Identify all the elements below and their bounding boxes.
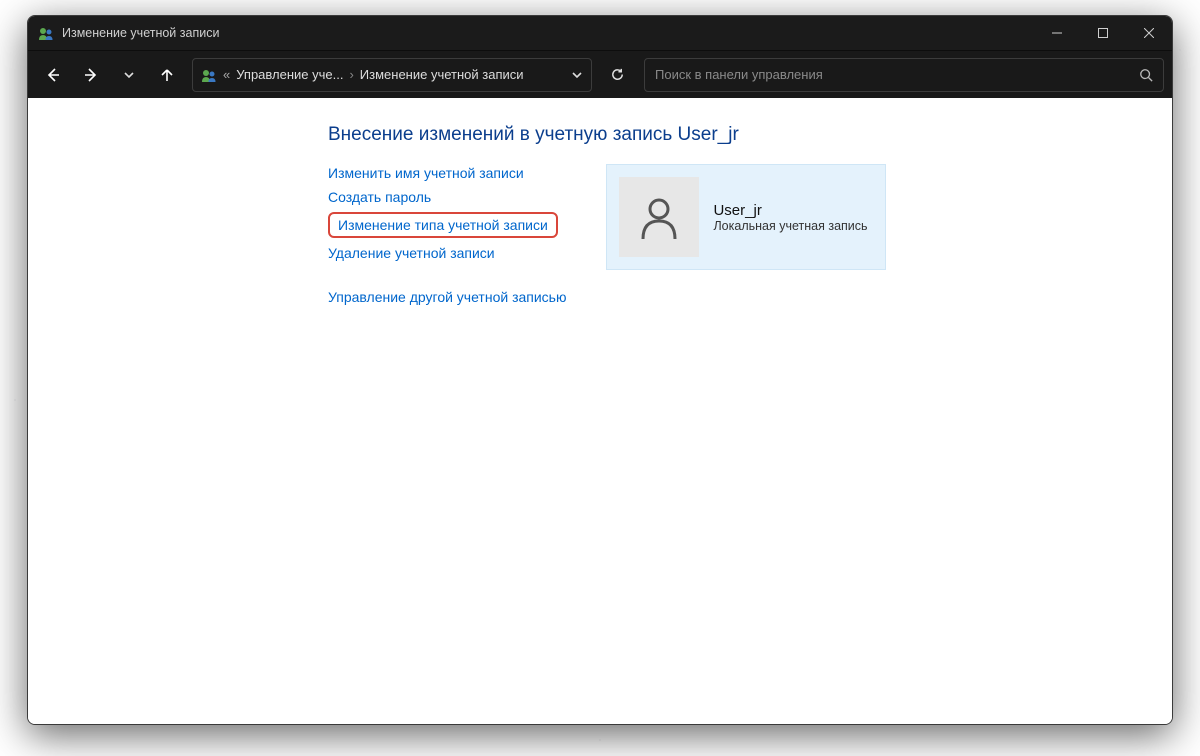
minimize-button[interactable] [1034, 16, 1080, 50]
page-heading: Внесение изменений в учетную запись User… [328, 124, 948, 146]
refresh-button[interactable] [600, 58, 634, 92]
account-actions-list: Изменить имя учетной записи Создать паро… [328, 164, 566, 306]
address-bar[interactable]: « Управление уче... › Изменение учетной … [192, 58, 592, 92]
search-input[interactable] [655, 67, 1139, 82]
address-dropdown-button[interactable] [571, 69, 583, 81]
link-delete-account[interactable]: Удаление учетной записи [328, 244, 566, 262]
search-bar[interactable] [644, 58, 1164, 92]
link-manage-other-account[interactable]: Управление другой учетной записью [328, 288, 566, 306]
breadcrumb-part-1[interactable]: Управление уче... [236, 67, 343, 82]
breadcrumb-ellipsis[interactable]: « [223, 67, 230, 82]
titlebar: Изменение учетной записи [28, 16, 1172, 50]
avatar [619, 177, 699, 257]
content-area: Внесение изменений в учетную запись User… [28, 98, 1172, 724]
link-change-account-type[interactable]: Изменение типа учетной записи [328, 212, 558, 238]
search-icon[interactable] [1139, 68, 1153, 82]
user-accounts-icon [201, 67, 217, 83]
link-change-name[interactable]: Изменить имя учетной записи [328, 164, 566, 182]
forward-button[interactable] [74, 58, 108, 92]
user-card[interactable]: User_jr Локальная учетная запись [606, 164, 886, 270]
toolbar: « Управление уче... › Изменение учетной … [28, 50, 1172, 98]
link-create-password[interactable]: Создать пароль [328, 188, 566, 206]
close-button[interactable] [1126, 16, 1172, 50]
up-button[interactable] [150, 58, 184, 92]
maximize-button[interactable] [1080, 16, 1126, 50]
user-account-type: Локальная учетная запись [713, 219, 867, 233]
breadcrumb-part-2[interactable]: Изменение учетной записи [360, 67, 524, 82]
chevron-right-icon: › [349, 67, 353, 82]
recent-locations-button[interactable] [112, 58, 146, 92]
user-name: User_jr [713, 202, 867, 219]
user-accounts-icon [38, 25, 54, 41]
user-info: User_jr Локальная учетная запись [713, 202, 867, 233]
control-panel-window: Изменение учетной записи [27, 15, 1173, 725]
back-button[interactable] [36, 58, 70, 92]
window-title: Изменение учетной записи [62, 26, 219, 40]
